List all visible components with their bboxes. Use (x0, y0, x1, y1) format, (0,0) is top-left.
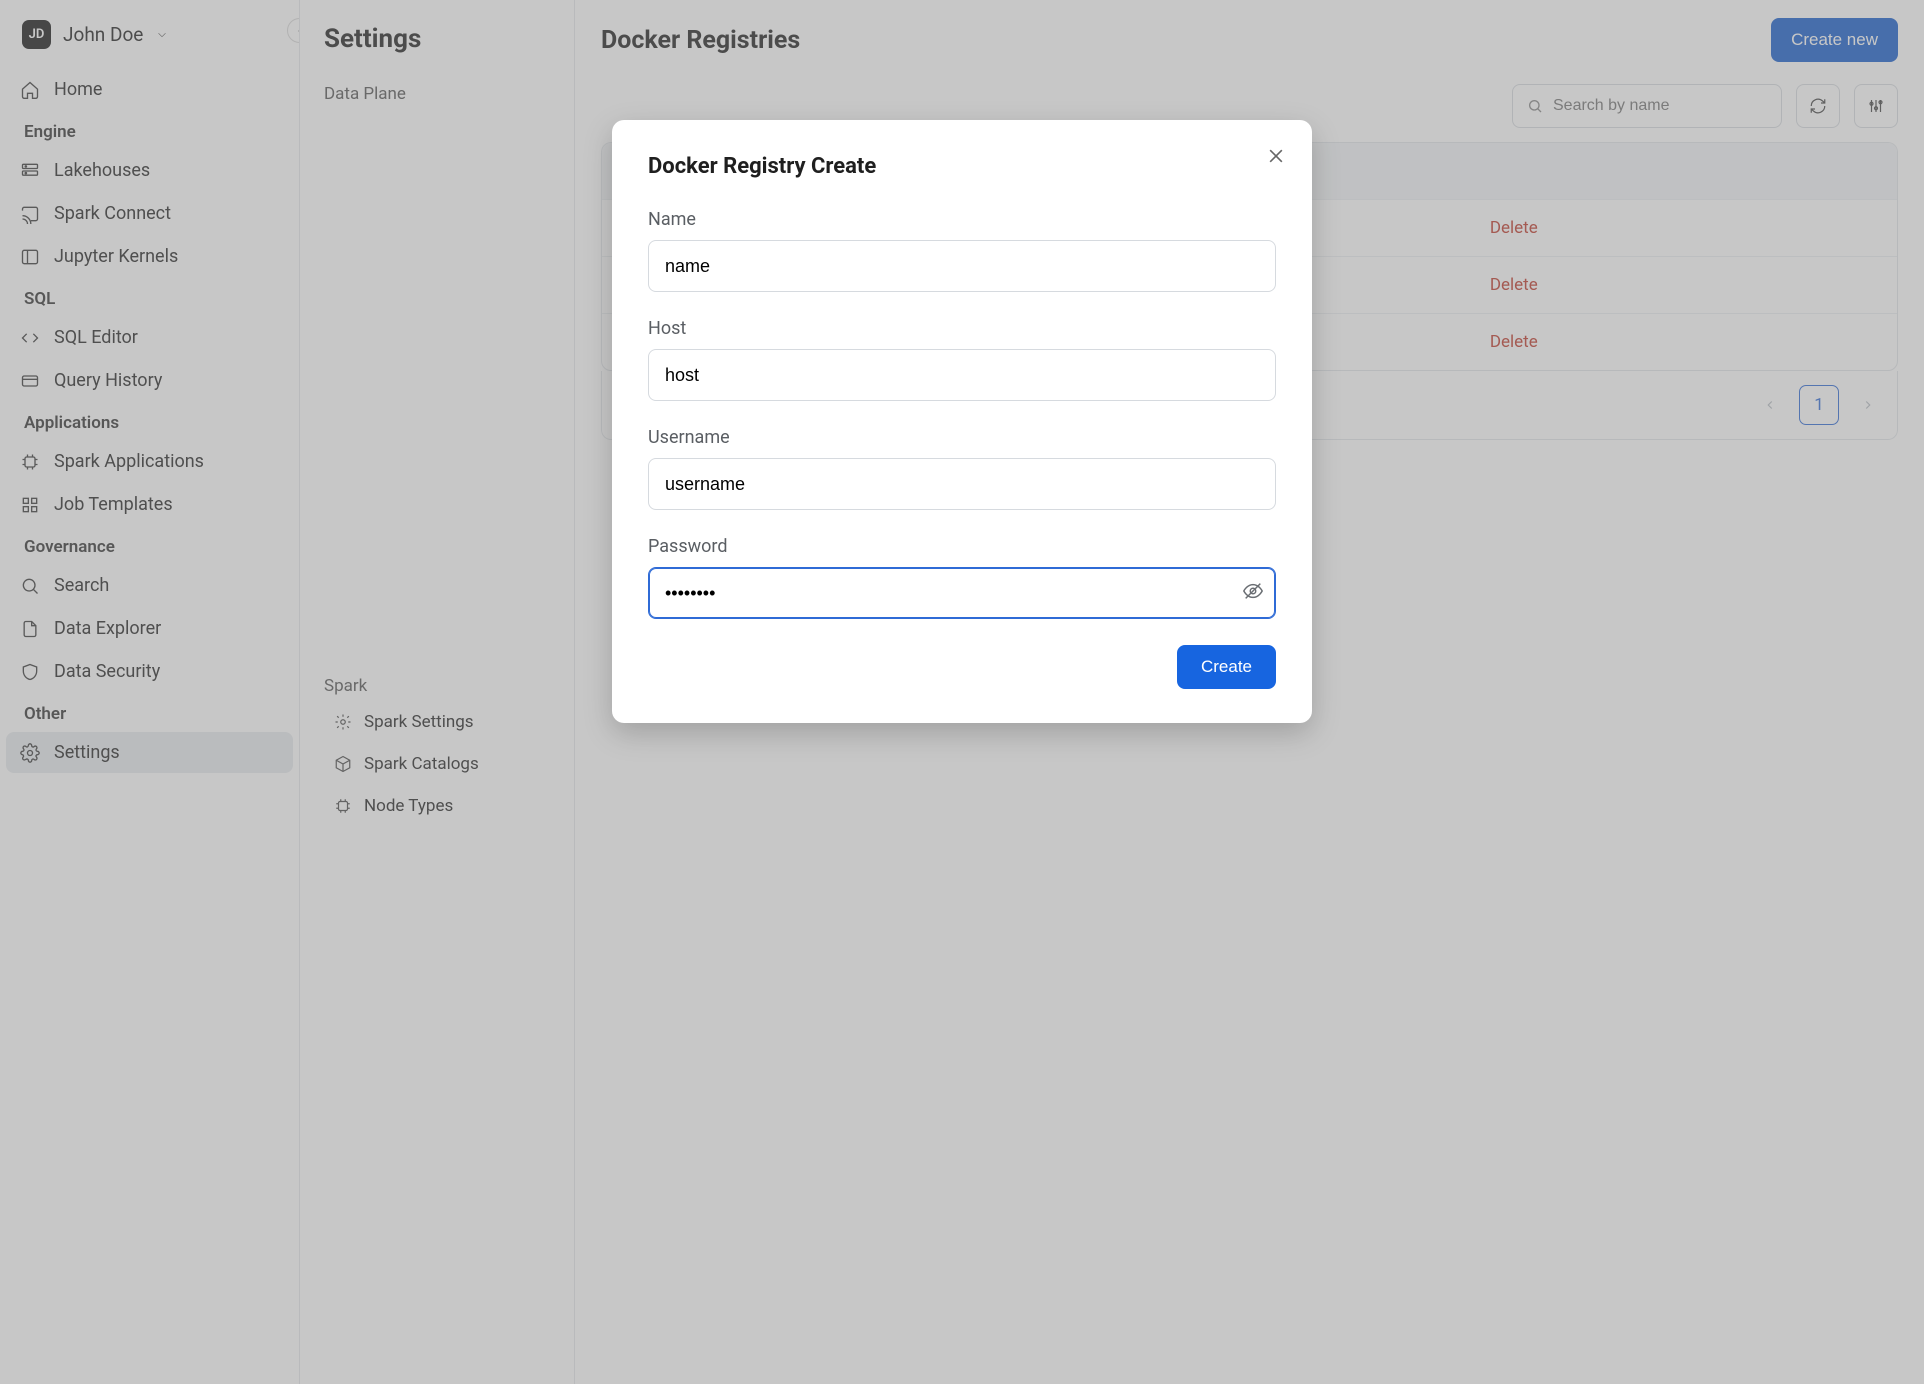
name-input[interactable] (648, 240, 1276, 292)
create-registry-modal: Docker Registry Create Name Host Usernam… (612, 120, 1312, 723)
name-label: Name (648, 209, 1276, 230)
modal-title: Docker Registry Create (648, 154, 1276, 179)
create-button[interactable]: Create (1177, 645, 1276, 689)
username-label: Username (648, 427, 1276, 448)
password-input[interactable] (648, 567, 1276, 619)
eye-off-icon (1242, 580, 1264, 602)
password-label: Password (648, 536, 1276, 557)
close-icon (1266, 146, 1286, 166)
modal-overlay[interactable]: Docker Registry Create Name Host Usernam… (0, 0, 1924, 1384)
close-button[interactable] (1266, 146, 1286, 170)
username-input[interactable] (648, 458, 1276, 510)
host-label: Host (648, 318, 1276, 339)
host-input[interactable] (648, 349, 1276, 401)
toggle-password-button[interactable] (1242, 580, 1264, 606)
